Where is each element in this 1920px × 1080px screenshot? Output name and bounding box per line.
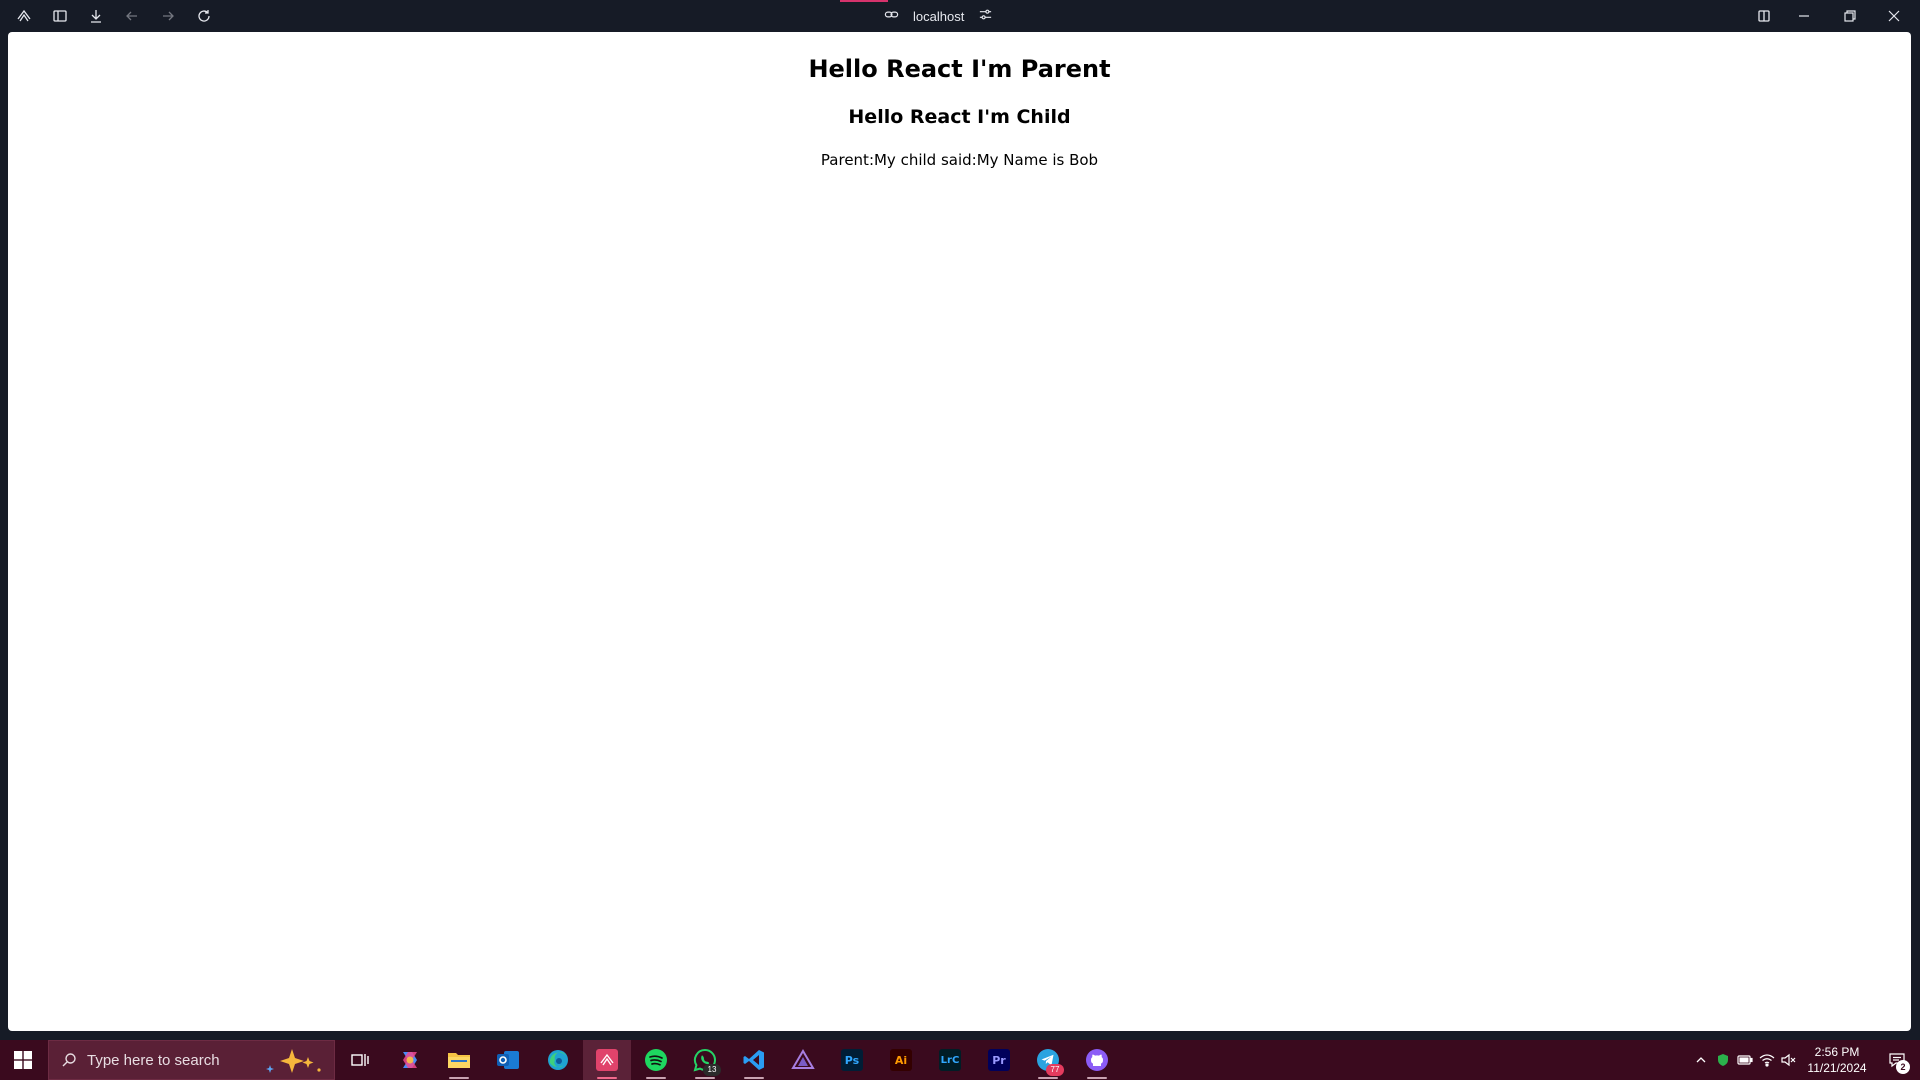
taskbar-app-task-view[interactable]: [336, 1040, 384, 1080]
forward-icon[interactable]: [154, 4, 182, 28]
taskbar-app-whatsapp[interactable]: 13: [681, 1040, 729, 1080]
back-icon[interactable]: [118, 4, 146, 28]
copilot-icon: [403, 1052, 417, 1068]
running-indicator: [1087, 1077, 1107, 1079]
taskbar-app-edge[interactable]: [534, 1040, 582, 1080]
taskbar-app-github[interactable]: [1073, 1040, 1121, 1080]
notification-center-button[interactable]: 2: [1874, 1040, 1920, 1080]
outlook-icon: [497, 1051, 519, 1069]
address-bar[interactable]: localhost: [884, 5, 993, 27]
taskbar-app-spotify[interactable]: [632, 1040, 680, 1080]
lightroom-icon: LrC: [939, 1049, 961, 1071]
clock-date: 11/21/2024: [1807, 1061, 1867, 1075]
browser-toolbar: localhost: [0, 0, 1920, 32]
telegram-badge: 77: [1046, 1064, 1064, 1076]
illustrator-icon: Ai: [890, 1049, 912, 1071]
page-viewport: Hello React I'm Parent Hello React I'm C…: [8, 32, 1911, 1031]
start-button[interactable]: [0, 1040, 46, 1080]
parent-message: Parent:My child said:My Name is Bob: [820, 151, 1099, 169]
volume-muted-icon[interactable]: [1778, 1040, 1800, 1080]
wifi-icon[interactable]: [1756, 1040, 1778, 1080]
notification-count-badge: 2: [1896, 1060, 1910, 1074]
system-tray: 2:56 PM 11/21/2024 2: [1690, 1040, 1920, 1080]
photoshop-icon: Ps: [841, 1049, 863, 1071]
search-highlight-icon[interactable]: [262, 1047, 324, 1079]
parent-heading: Hello React I'm Parent: [808, 55, 1111, 83]
browser-logo-icon[interactable]: [10, 4, 38, 28]
taskbar-app-premiere[interactable]: Pr: [975, 1040, 1023, 1080]
active-tab-indicator: [840, 0, 888, 2]
url-text[interactable]: localhost: [913, 9, 964, 24]
taskbar-app-copilot[interactable]: [386, 1040, 434, 1080]
taskbar-app-outlook[interactable]: [484, 1040, 532, 1080]
taskbar-app-file-explorer[interactable]: [435, 1040, 483, 1080]
running-indicator: [449, 1077, 469, 1079]
reload-icon[interactable]: [190, 4, 218, 28]
battery-icon[interactable]: [1734, 1040, 1756, 1080]
running-indicator: [646, 1077, 666, 1079]
taskbar-app-affinity[interactable]: [779, 1040, 827, 1080]
close-icon[interactable]: [1880, 4, 1908, 28]
taskbar-clock[interactable]: 2:56 PM 11/21/2024: [1800, 1044, 1874, 1076]
search-placeholder[interactable]: Type here to search: [87, 1052, 220, 1069]
vscode-icon: [743, 1050, 764, 1070]
taskbar-app-vscode[interactable]: [730, 1040, 778, 1080]
browser-app-icon: [596, 1049, 618, 1071]
search-icon: [61, 1052, 77, 1068]
folder-icon: [448, 1053, 470, 1068]
running-indicator: [1038, 1077, 1058, 1079]
clock-time: 2:56 PM: [1814, 1045, 1860, 1059]
link-icon[interactable]: [884, 7, 899, 25]
split-view-icon[interactable]: [1750, 4, 1778, 28]
running-indicator: [744, 1077, 764, 1079]
child-heading: Hello React I'm Child: [848, 106, 1071, 128]
taskbar-app-lightroom-classic[interactable]: LrC: [926, 1040, 974, 1080]
task-view-icon: [351, 1054, 369, 1066]
sidebar-toggle-icon[interactable]: [46, 4, 74, 28]
taskbar-app-photoshop[interactable]: Ps: [828, 1040, 876, 1080]
download-icon[interactable]: [82, 4, 110, 28]
windows-logo-icon: [14, 1051, 32, 1069]
premiere-icon: Pr: [988, 1049, 1010, 1071]
windows-taskbar: Type here to search 13 Ps Ai LrC Pr 77 2…: [0, 1040, 1920, 1080]
taskbar-app-telegram[interactable]: 77: [1024, 1040, 1072, 1080]
taskbar-app-illustrator[interactable]: Ai: [877, 1040, 925, 1080]
taskbar-search-box[interactable]: Type here to search: [48, 1040, 335, 1080]
edge-icon: [548, 1050, 568, 1070]
affinity-icon: [791, 1049, 815, 1069]
taskbar-app-browser[interactable]: [583, 1040, 631, 1080]
spotify-icon: [645, 1049, 667, 1071]
chevron-up-icon[interactable]: [1690, 1040, 1712, 1080]
security-icon[interactable]: [1712, 1040, 1734, 1080]
whatsapp-badge: 13: [703, 1064, 721, 1076]
minimize-icon[interactable]: [1790, 4, 1818, 28]
github-icon: [1086, 1049, 1108, 1071]
restore-icon[interactable]: [1836, 4, 1864, 28]
running-indicator: [597, 1077, 617, 1079]
site-settings-icon[interactable]: [978, 7, 993, 25]
running-indicator: [695, 1077, 715, 1079]
